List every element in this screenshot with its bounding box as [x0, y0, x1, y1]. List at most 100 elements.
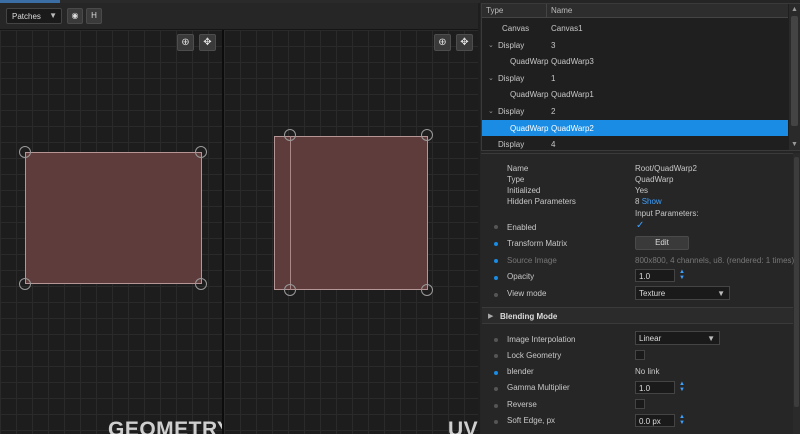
- zoom-button[interactable]: ⊕: [434, 34, 451, 51]
- tree-scrollbar[interactable]: ▲ ▼: [789, 4, 800, 150]
- param-dot: [494, 338, 498, 342]
- move-icon: ✥: [203, 37, 212, 48]
- corner-handle-tl[interactable]: [284, 129, 296, 141]
- tree-row[interactable]: Canvas Canvas1: [482, 20, 788, 36]
- mode-select[interactable]: Patches ▼: [6, 8, 62, 24]
- show-hidden-link[interactable]: Show: [642, 197, 662, 206]
- view-mode-value: Texture: [639, 289, 666, 298]
- hidden-params-count: 8: [635, 197, 640, 206]
- tree-row-type: Display: [498, 107, 525, 116]
- uv-quad[interactable]: [274, 136, 428, 290]
- soft-edge-input[interactable]: 0.0 px: [635, 414, 675, 427]
- h-button-label: H: [91, 11, 97, 20]
- tree-row-name: 4: [551, 140, 556, 150]
- image-interpolation-select[interactable]: Linear ▼: [635, 331, 720, 345]
- zoom-button[interactable]: ⊕: [177, 34, 194, 51]
- mode-select-value: Patches: [12, 12, 41, 21]
- enabled-label: Enabled: [507, 223, 537, 232]
- gamma-stepper[interactable]: ▲ ▼: [679, 381, 685, 394]
- column-type[interactable]: Type: [486, 6, 503, 15]
- viewport-toolbar: Patches ▼ ◉ H: [0, 3, 478, 30]
- hidden-params-value: 8 Show: [635, 197, 662, 206]
- tree-row-name: Canvas1: [551, 24, 583, 33]
- expand-chevron-icon[interactable]: ⌄: [488, 41, 494, 49]
- h-button[interactable]: H: [86, 8, 102, 24]
- geometry-viewport[interactable]: ⊕ ✥ GEOMETRY: [0, 30, 222, 434]
- column-name[interactable]: Name: [551, 6, 572, 15]
- chevron-down-icon: ▼: [717, 289, 725, 298]
- geometry-quad[interactable]: [25, 152, 202, 284]
- scroll-thumb[interactable]: [794, 157, 799, 407]
- corner-handle-br[interactable]: [195, 278, 207, 290]
- corner-handle-tl[interactable]: [19, 146, 31, 158]
- tree-row[interactable]: ⌄ Display 3: [482, 37, 788, 53]
- scroll-thumb[interactable]: [791, 16, 798, 126]
- name-value: Root/QuadWarp2: [635, 164, 697, 173]
- chevron-right-icon: ▶: [488, 313, 494, 320]
- visibility-button[interactable]: ◉: [67, 8, 83, 24]
- initialized-label: Initialized: [507, 186, 541, 195]
- type-label: Type: [507, 175, 525, 184]
- uv-label: UV: [448, 418, 478, 434]
- tree-row-name: QuadWarp3: [551, 57, 594, 67]
- uv-viewport[interactable]: ⊕ ✥ UV: [224, 30, 478, 434]
- tree-row-type: Canvas: [502, 24, 530, 33]
- edit-transform-button[interactable]: Edit: [635, 236, 689, 250]
- tree-row-name: 3: [551, 40, 556, 50]
- tree-header: Type Name: [482, 4, 788, 18]
- opacity-value: 1.0: [639, 272, 651, 281]
- param-dot: [494, 404, 498, 408]
- tree-row[interactable]: QuadWarp QuadWarp2: [482, 119, 788, 136]
- opacity-label: Opacity: [507, 272, 535, 281]
- gamma-multiplier-input[interactable]: 1.0: [635, 381, 675, 394]
- tree-row[interactable]: Display 4: [482, 136, 788, 152]
- scroll-up-icon[interactable]: ▲: [791, 6, 798, 13]
- opacity-input[interactable]: 1.0: [635, 269, 675, 282]
- name-label: Name: [507, 164, 529, 173]
- scroll-down-icon[interactable]: ▼: [791, 141, 798, 148]
- expand-chevron-icon[interactable]: ⌄: [488, 107, 494, 115]
- move-button[interactable]: ✥: [199, 34, 216, 51]
- corner-handle-tr[interactable]: [195, 146, 207, 158]
- column-separator[interactable]: [546, 4, 547, 18]
- expand-chevron-icon[interactable]: ⌄: [488, 74, 494, 82]
- gamma-multiplier-value: 1.0: [639, 384, 651, 393]
- lock-geometry-checkbox[interactable]: [635, 350, 645, 360]
- lock-geometry-label: Lock Geometry: [507, 351, 562, 360]
- move-button[interactable]: ✥: [456, 34, 473, 51]
- corner-handle-bl[interactable]: [284, 284, 296, 296]
- enabled-checkbox[interactable]: ✓: [636, 220, 644, 231]
- corner-handle-tr[interactable]: [421, 129, 433, 141]
- transform-matrix-label: Transform Matrix: [507, 239, 568, 248]
- soft-edge-value: 0.0 px: [639, 417, 661, 426]
- corner-handle-bl[interactable]: [19, 278, 31, 290]
- tree-row-name: QuadWarp2: [551, 123, 594, 133]
- soft-edge-stepper[interactable]: ▲ ▼: [679, 414, 685, 427]
- param-dot-linked: [494, 259, 498, 263]
- tree-row-type: Display: [498, 40, 525, 50]
- param-dot: [494, 387, 498, 391]
- reverse-checkbox[interactable]: [635, 399, 645, 409]
- param-dot: [494, 354, 498, 358]
- blender-value: No link: [635, 367, 660, 376]
- tree-row[interactable]: ⌄ Display 1: [482, 70, 788, 86]
- param-dot-linked: [494, 371, 498, 375]
- param-dot-linked: [494, 242, 498, 246]
- input-params-label: Input Parameters:: [635, 209, 699, 218]
- tree-row[interactable]: QuadWarp QuadWarp1: [482, 86, 788, 102]
- opacity-stepper[interactable]: ▲ ▼: [679, 269, 685, 282]
- zoom-icon: ⊕: [181, 37, 190, 48]
- tree-row[interactable]: ⌄ Display 2: [482, 103, 788, 119]
- view-mode-select[interactable]: Texture ▼: [635, 286, 730, 300]
- view-mode-label: View mode: [507, 289, 547, 298]
- blending-mode-section[interactable]: ▶ Blending Mode: [482, 307, 793, 324]
- tree-row[interactable]: QuadWarp QuadWarp3: [482, 53, 788, 69]
- uv-edge-line: [290, 136, 291, 290]
- properties-scrollbar[interactable]: [793, 153, 800, 434]
- blending-mode-label: Blending Mode: [500, 312, 558, 321]
- chevron-down-icon: ▼: [49, 11, 57, 20]
- corner-handle-br[interactable]: [421, 284, 433, 296]
- param-dot-linked: [494, 276, 498, 280]
- move-icon: ✥: [460, 37, 469, 48]
- source-image-value: 800x800, 4 channels, u8. (rendered: 1 ti…: [635, 256, 795, 265]
